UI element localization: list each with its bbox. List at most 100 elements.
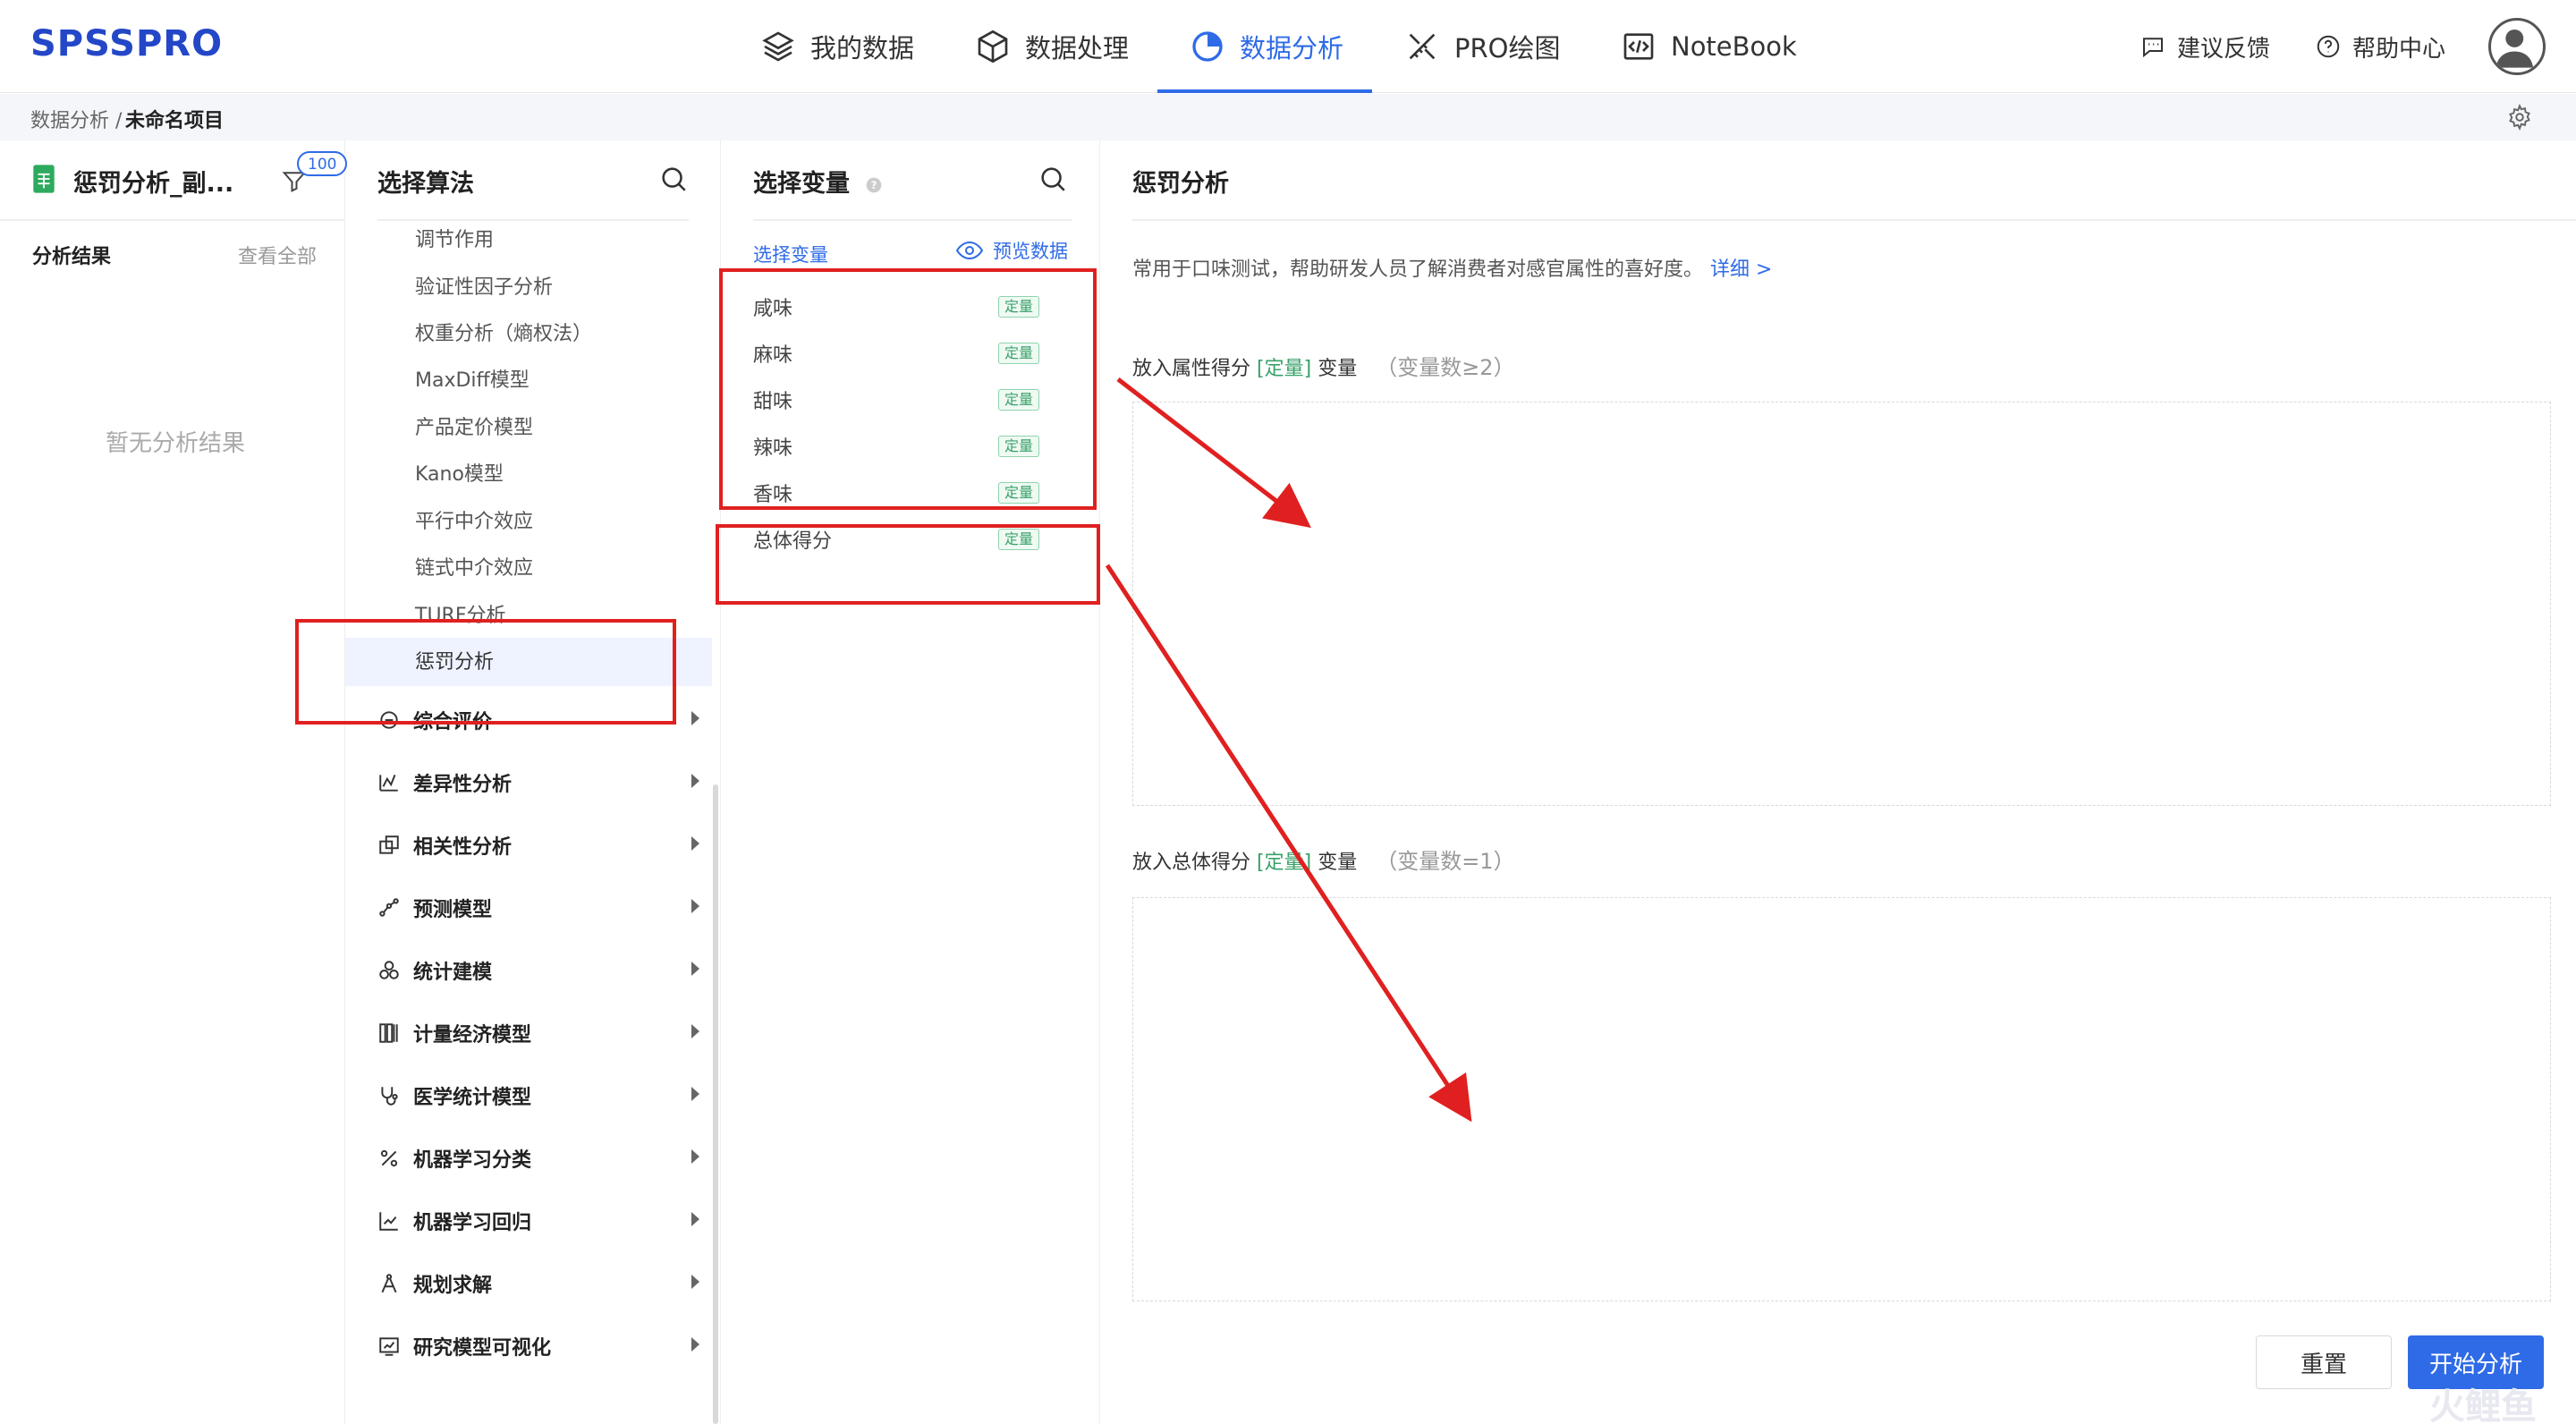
reset-button[interactable]: 重置	[2256, 1335, 2392, 1389]
user-avatar[interactable]	[2488, 18, 2546, 75]
nav-data-processing[interactable]: 数据处理	[975, 0, 1129, 93]
help-circle-icon	[2317, 35, 2340, 58]
monitor-chart-icon	[379, 1337, 399, 1356]
search-icon[interactable]	[1038, 164, 1068, 194]
active-tab-indicator	[1157, 89, 1372, 93]
quantitative-tag: 定量	[997, 296, 1039, 318]
search-icon[interactable]	[658, 164, 689, 194]
eye-icon	[955, 241, 984, 260]
breadcrumb-parent[interactable]: 数据分析 /	[30, 105, 122, 133]
variable-item[interactable]: 总体得分 定量	[753, 521, 1039, 557]
attribute-drop-label: 放入属性得分 [定量] 变量 （变量数≥2）	[1132, 355, 1515, 380]
divider	[753, 219, 1072, 221]
project-title[interactable]: 惩罚分析_副...	[73, 164, 233, 199]
trend-chart-icon	[379, 1212, 398, 1231]
nav-my-data[interactable]: 我的数据	[760, 0, 914, 93]
category-ml-classification[interactable]: 机器学习分类	[377, 1140, 699, 1176]
quantitative-tag: 定量	[997, 482, 1039, 504]
empty-results-text: 暂无分析结果	[106, 430, 246, 457]
selected-algorithm-highlight	[345, 638, 712, 686]
columns-icon	[379, 1023, 398, 1043]
nav-data-analysis[interactable]: 数据分析	[1190, 0, 1343, 93]
watermark: 火鲤鱼	[2429, 1386, 2537, 1424]
divider	[0, 219, 345, 221]
category-correlation-analysis[interactable]: 相关性分析	[377, 827, 699, 863]
project-panel: 惩罚分析_副... 100 分析结果 查看全部 暂无分析结果	[0, 140, 348, 1424]
variable-item[interactable]: 香味 定量	[753, 475, 1039, 511]
help-center-link[interactable]: 帮助中心	[2315, 0, 2445, 93]
nav-pro-drawing[interactable]: PRO绘图	[1404, 0, 1560, 93]
chevron-right-icon	[691, 1024, 699, 1038]
algorithm-item[interactable]: 产品定价模型	[415, 411, 533, 446]
algorithm-item[interactable]: 调节作用	[415, 223, 494, 259]
analysis-title: 惩罚分析	[1132, 170, 1229, 198]
cube-icon	[978, 30, 1008, 64]
category-comprehensive-evaluation[interactable]: 综合评价	[377, 702, 699, 738]
category-model-visualization[interactable]: 研究模型可视化	[377, 1328, 699, 1364]
algorithm-scrollbar[interactable]	[713, 784, 718, 1424]
help-circle-icon[interactable]: ?	[865, 176, 883, 194]
pie-chart-icon	[1192, 31, 1223, 62]
breadcrumb-current: 未命名项目	[125, 110, 225, 132]
variable-panel: 选择变量 ? 选择变量 预览数据 咸味 定量 麻味 定量 甜味 定量 辣味 定量 香味定…	[721, 140, 1100, 1424]
top-navbar: SPSSPRO 我的数据 数据处理 数据分析 PRO绘图 NoteBook 建议…	[0, 0, 2576, 93]
algorithm-item-selected[interactable]: 惩罚分析	[415, 645, 494, 681]
category-programming-solving[interactable]: 规划求解	[377, 1266, 699, 1301]
line-chart-icon	[379, 774, 398, 792]
chat-bubble-icon	[380, 711, 398, 729]
nodes-icon	[379, 898, 399, 917]
category-ml-regression[interactable]: 机器学习回归	[377, 1203, 699, 1239]
stethoscope-icon	[381, 1087, 398, 1106]
chevron-right-icon	[691, 1337, 699, 1352]
variable-item[interactable]: 辣味 定量	[753, 428, 1039, 464]
quantitative-tag: 定量	[997, 389, 1039, 411]
analysis-config-panel: 惩罚分析 常用于口味测试，帮助研发人员了解消费者对感官属性的喜好度。 详细 > 放…	[1100, 140, 2576, 1424]
svg-text:?: ?	[871, 179, 877, 191]
category-prediction-model[interactable]: 预测模型	[377, 890, 699, 926]
select-variable-link[interactable]: 选择变量	[753, 241, 828, 267]
divider	[377, 219, 689, 221]
percent-icon	[380, 1149, 398, 1167]
category-difference-analysis[interactable]: 差异性分析	[377, 765, 699, 801]
nav-notebook[interactable]: NoteBook	[1621, 0, 1797, 93]
algorithm-item[interactable]: 权重分析（熵权法）	[415, 317, 592, 352]
algorithm-item[interactable]: 验证性因子分析	[415, 270, 553, 306]
overall-drop-label: 放入总体得分 [定量] 变量 （变量数=1）	[1132, 849, 1515, 874]
category-econometrics[interactable]: 计量经济模型	[377, 1015, 699, 1051]
variable-item[interactable]: 麻味 定量	[753, 335, 1039, 371]
variable-panel-title: 选择变量 ?	[753, 164, 883, 199]
algorithm-item[interactable]: 平行中介效应	[415, 504, 533, 540]
analysis-description: 常用于口味测试，帮助研发人员了解消费者对感官属性的喜好度。 详细 >	[1132, 259, 1773, 281]
algorithm-item[interactable]: TURF分析	[415, 598, 505, 634]
chevron-right-icon	[691, 774, 699, 788]
quantitative-tag: 定量	[997, 343, 1039, 364]
chevron-right-icon	[691, 711, 699, 725]
algorithm-item[interactable]: Kano模型	[415, 457, 504, 493]
gear-icon[interactable]	[2506, 104, 2533, 131]
results-label: 分析结果	[32, 246, 112, 268]
feedback-link[interactable]: 建议反馈	[2140, 0, 2270, 93]
chevron-right-icon	[691, 962, 699, 976]
user-icon	[2496, 29, 2534, 68]
category-statistical-modeling[interactable]: 统计建模	[377, 953, 699, 988]
circles-icon	[379, 961, 399, 979]
algorithm-item[interactable]: 链式中介效应	[415, 551, 533, 587]
category-medical-statistics[interactable]: 医学统计模型	[377, 1078, 699, 1114]
brand-logo[interactable]: SPSSPRO	[30, 23, 223, 64]
divider	[1132, 219, 2576, 221]
chevron-right-icon	[691, 1087, 699, 1101]
algorithm-item[interactable]: MaxDiff模型	[415, 363, 530, 399]
chevron-right-icon	[691, 899, 699, 913]
overall-drop-zone[interactable]	[1132, 897, 2551, 1301]
algorithm-panel: 选择算法 调节作用 验证性因子分析 权重分析（熵权法） MaxDiff模型 产品…	[345, 140, 721, 1424]
overlap-squares-icon	[379, 835, 399, 854]
attribute-drop-zone[interactable]	[1132, 402, 2551, 806]
code-icon	[1623, 33, 1654, 60]
preview-data-link[interactable]: 预览数据	[955, 237, 1068, 264]
chevron-right-icon	[691, 1275, 699, 1289]
variable-item[interactable]: 咸味 定量	[753, 289, 1039, 325]
variable-item[interactable]: 甜味 定量	[753, 382, 1039, 418]
chevron-right-icon	[691, 1149, 699, 1164]
view-all-link[interactable]: 查看全部	[238, 241, 317, 269]
detail-link[interactable]: 详细 >	[1710, 259, 1772, 281]
